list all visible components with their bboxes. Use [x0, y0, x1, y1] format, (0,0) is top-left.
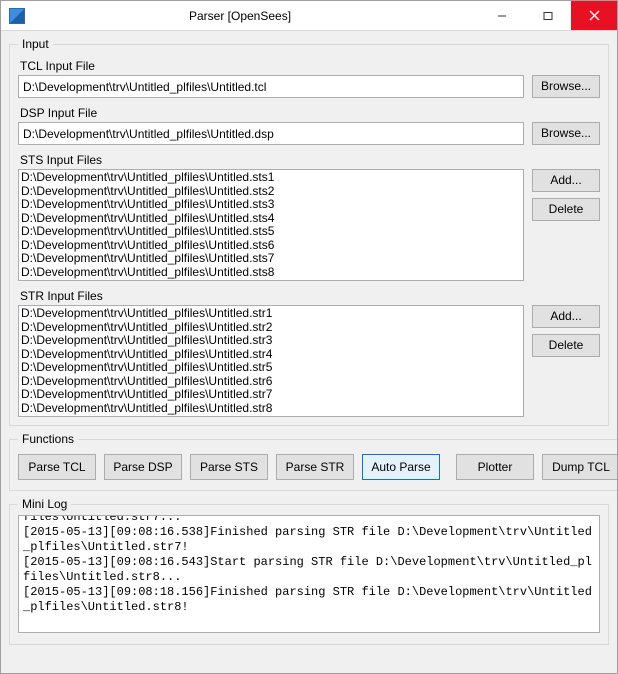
list-item[interactable]: D:\Development\trv\Untitled_plfiles\Unti…: [21, 212, 521, 226]
str-listbox[interactable]: D:\Development\trv\Untitled_plfiles\Unti…: [18, 305, 524, 417]
window-controls: [479, 1, 617, 30]
list-item[interactable]: D:\Development\trv\Untitled_plfiles\Unti…: [21, 334, 521, 348]
log-legend: Mini Log: [18, 497, 71, 511]
list-item[interactable]: D:\Development\trv\Untitled_plfiles\Unti…: [21, 321, 521, 335]
list-item[interactable]: D:\Development\trv\Untitled_plfiles\Unti…: [21, 225, 521, 239]
window-title: Parser [OpenSees]: [1, 9, 479, 23]
sts-add-button[interactable]: Add...: [532, 169, 600, 192]
maximize-button[interactable]: [525, 1, 571, 30]
parse-str-button[interactable]: Parse STR: [276, 454, 354, 480]
log-textarea[interactable]: [18, 515, 600, 633]
list-item[interactable]: D:\Development\trv\Untitled_plfiles\Unti…: [21, 307, 521, 321]
list-item[interactable]: D:\Development\trv\Untitled_plfiles\Unti…: [21, 239, 521, 253]
list-item[interactable]: D:\Development\trv\Untitled_plfiles\Unti…: [21, 375, 521, 389]
functions-legend: Functions: [18, 432, 78, 446]
str-add-button[interactable]: Add...: [532, 305, 600, 328]
minimize-button[interactable]: [479, 1, 525, 30]
app-window: Parser [OpenSees] Input TCL Input File B…: [0, 0, 618, 674]
minimize-icon: [497, 11, 507, 21]
close-button[interactable]: [571, 1, 617, 30]
plotter-button[interactable]: Plotter: [456, 454, 534, 480]
dump-tcl-button[interactable]: Dump TCL: [542, 454, 617, 480]
dsp-browse-button[interactable]: Browse...: [532, 122, 600, 145]
list-item[interactable]: D:\Development\trv\Untitled_plfiles\Unti…: [21, 198, 521, 212]
list-item[interactable]: D:\Development\trv\Untitled_plfiles\Unti…: [21, 266, 521, 280]
log-group: Mini Log: [9, 497, 609, 645]
parse-tcl-button[interactable]: Parse TCL: [18, 454, 96, 480]
parse-sts-button[interactable]: Parse STS: [190, 454, 268, 480]
sts-label: STS Input Files: [20, 153, 600, 167]
dsp-label: DSP Input File: [20, 106, 600, 120]
tcl-input[interactable]: [18, 75, 524, 98]
maximize-icon: [543, 11, 553, 21]
list-item[interactable]: D:\Development\trv\Untitled_plfiles\Unti…: [21, 361, 521, 375]
auto-parse-button[interactable]: Auto Parse: [362, 454, 440, 480]
tcl-label: TCL Input File: [20, 59, 600, 73]
list-item[interactable]: D:\Development\trv\Untitled_plfiles\Unti…: [21, 185, 521, 199]
list-item[interactable]: D:\Development\trv\Untitled_plfiles\Unti…: [21, 402, 521, 416]
client-area: Input TCL Input File Browse... DSP Input…: [1, 31, 617, 673]
str-delete-button[interactable]: Delete: [532, 334, 600, 357]
input-group: Input TCL Input File Browse... DSP Input…: [9, 37, 609, 426]
tcl-browse-button[interactable]: Browse...: [532, 75, 600, 98]
close-icon: [589, 10, 600, 21]
functions-group: Functions Parse TCL Parse DSP Parse STS …: [9, 432, 617, 491]
sts-delete-button[interactable]: Delete: [532, 198, 600, 221]
list-item[interactable]: D:\Development\trv\Untitled_plfiles\Unti…: [21, 171, 521, 185]
sts-listbox[interactable]: D:\Development\trv\Untitled_plfiles\Unti…: [18, 169, 524, 281]
titlebar[interactable]: Parser [OpenSees]: [1, 1, 617, 31]
parse-dsp-button[interactable]: Parse DSP: [104, 454, 182, 480]
dsp-input[interactable]: [18, 122, 524, 145]
list-item[interactable]: D:\Development\trv\Untitled_plfiles\Unti…: [21, 348, 521, 362]
list-item[interactable]: D:\Development\trv\Untitled_plfiles\Unti…: [21, 252, 521, 266]
list-item[interactable]: D:\Development\trv\Untitled_plfiles\Unti…: [21, 388, 521, 402]
input-legend: Input: [18, 37, 53, 51]
str-label: STR Input Files: [20, 289, 600, 303]
